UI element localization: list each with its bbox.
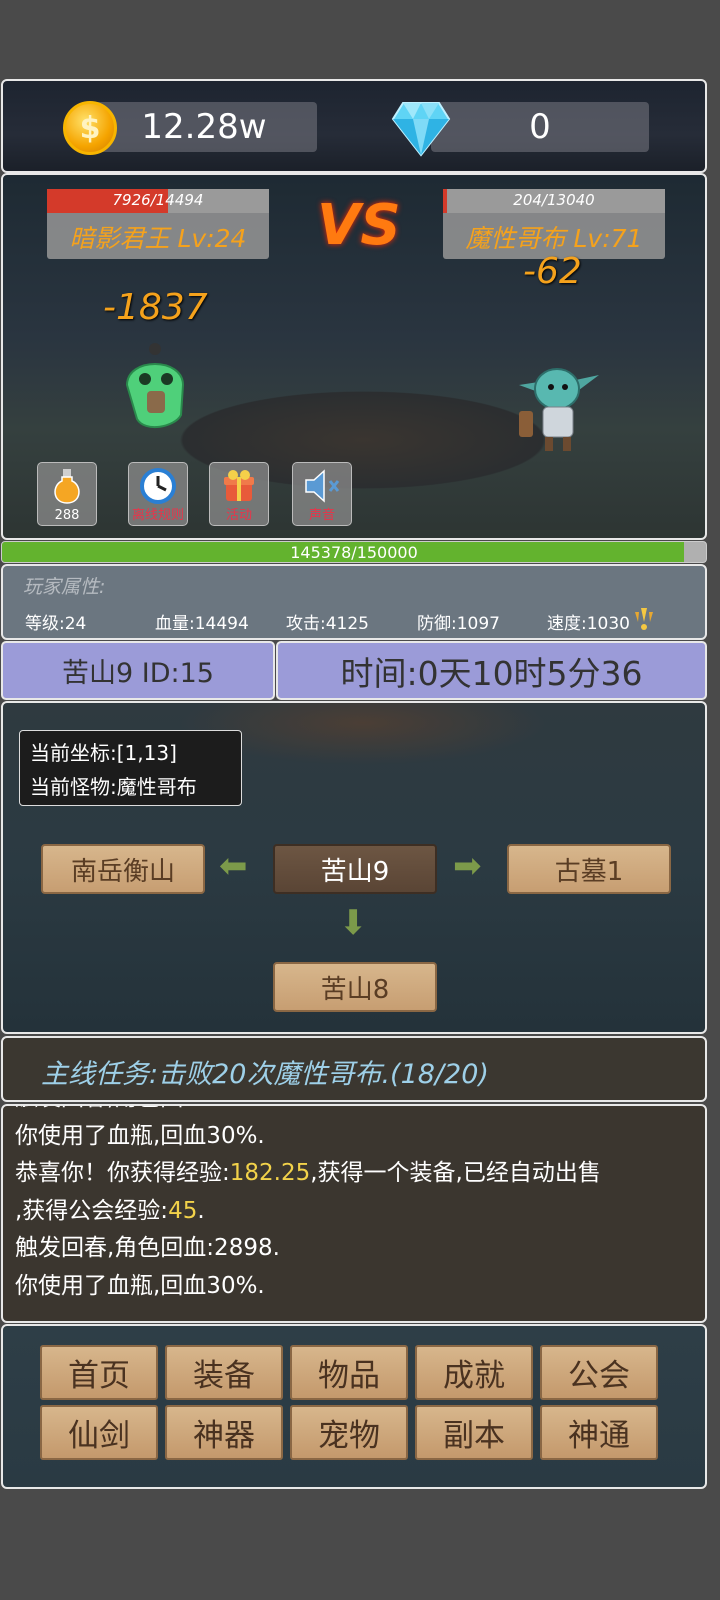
stat-speed: 速度:1030 [547, 614, 630, 634]
enemy-hp-bar: 204/13040 [443, 189, 665, 213]
stat-level: 等级:24 [25, 614, 87, 634]
experience-text: 145378/150000 [290, 543, 418, 562]
menu-artifact-button[interactable]: 神器 [165, 1405, 283, 1460]
game-time-box: 时间:0天10时5分36 [276, 641, 707, 700]
speed-boost-icon[interactable] [633, 608, 655, 632]
potion-button[interactable]: 288 [37, 462, 97, 526]
stats-title: 玩家属性: [23, 576, 106, 598]
menu-pets-button[interactable]: 宠物 [290, 1405, 408, 1460]
exp-gain-value: 182.25 [229, 1160, 311, 1186]
map-info-box: 当前坐标:[1,13] 当前怪物:魔性哥布 [19, 730, 242, 806]
go-south-button[interactable]: 苦山8 [273, 962, 437, 1012]
main-quest-panel[interactable]: 主线任务:击败20次魔性哥布.(18/20) [1, 1036, 707, 1102]
sound-label: 声音 [308, 508, 335, 523]
menu-items-button[interactable]: 物品 [290, 1345, 408, 1400]
main-quest-text: 主线任务:击败20次魔性哥布.(18/20) [41, 1059, 489, 1090]
player-hp-text: 7926/14494 [112, 191, 204, 209]
vs-label: VS [317, 193, 401, 258]
menu-equipment-button[interactable]: 装备 [165, 1345, 283, 1400]
game-time-label: 时间:0天10时5分36 [340, 653, 643, 693]
player-character[interactable] [115, 335, 195, 435]
menu-home-button[interactable]: 首页 [40, 1345, 158, 1400]
potion-count: 288 [54, 508, 80, 523]
gold-box: 12.28w [91, 102, 317, 152]
gold-amount: 12.28w [141, 107, 267, 147]
diamond-icon [391, 102, 451, 157]
activity-button[interactable]: 活动 [209, 462, 269, 526]
log-line: 你使用了血瓶,回血30%. [15, 1272, 265, 1299]
map-id-label: 苦山9 ID:15 [62, 658, 214, 689]
current-location-button: 苦山9 [273, 844, 437, 894]
log-line: 恭喜你！你获得经验:182.25,获得一个装备,已经自动出售 [15, 1160, 601, 1186]
current-location-label: 苦山9 [320, 856, 390, 887]
stat-hp: 血量:14494 [155, 614, 249, 634]
experience-bar: 145378/150000 [1, 541, 707, 563]
enemy-goblin-character[interactable] [511, 355, 603, 455]
menu-achievements-button[interactable]: 成就 [415, 1345, 533, 1400]
player-damage-number: -1837 [103, 287, 208, 328]
log-line: 触发回春,角色回血:2898. [15, 1235, 280, 1261]
menu-immortal-sword-button[interactable]: 仙剑 [40, 1405, 158, 1460]
sound-button[interactable]: 声音 [292, 462, 352, 526]
log-line: 你使用了血瓶,回血30%. [15, 1122, 265, 1149]
map-id-box: 苦山9 ID:15 [1, 641, 275, 700]
currency-bar: 12.28w $ 0 [1, 79, 707, 173]
activity-label: 活动 [225, 508, 252, 523]
enemy-damage-number: -62 [523, 251, 582, 292]
log-line: ,获得公会经验:45. [15, 1197, 205, 1224]
enemy-card: 204/13040 魔性哥布 Lv:71 [443, 189, 665, 259]
potion-icon [38, 467, 96, 512]
go-west-button[interactable]: 南岳衡山 [41, 844, 205, 894]
map-navigation-panel: 当前坐标:[1,13] 当前怪物:魔性哥布 南岳衡山 ⬅ 苦山9 ➡ 古墓1 ⬇… [1, 701, 707, 1034]
offline-rules-button[interactable]: 离线规则 [128, 462, 188, 526]
gem-box: 0 [431, 102, 649, 152]
current-monster: 当前怪物:魔性哥布 [30, 775, 197, 799]
log-line: 触发回春,角色回血:2898. [15, 1106, 693, 1118]
gem-amount: 0 [529, 107, 551, 147]
offline-rules-label: 离线规则 [131, 508, 184, 523]
main-menu: 首页 装备 物品 成就 公会 仙剑 神器 宠物 副本 神通 [1, 1324, 707, 1489]
current-coordinate: 当前坐标:[1,13] [30, 741, 177, 765]
go-east-button[interactable]: 古墓1 [507, 844, 671, 894]
south-location-label: 苦山8 [320, 974, 390, 1005]
player-name: 暗影君王 Lv:24 [69, 224, 247, 253]
battle-panel: 7926/14494 暗影君王 Lv:24 VS 204/13040 魔性哥布 … [1, 173, 707, 540]
stat-attack: 攻击:4125 [286, 614, 369, 634]
west-location-label: 南岳衡山 [70, 856, 175, 887]
menu-guild-button[interactable]: 公会 [540, 1345, 658, 1400]
enemy-name: 魔性哥布 Lv:71 [465, 224, 643, 253]
gold-coin-icon: $ [63, 101, 117, 155]
menu-powers-button[interactable]: 神通 [540, 1405, 658, 1460]
stat-defense: 防御:1097 [417, 614, 500, 634]
east-location-label: 古墓1 [554, 856, 624, 887]
battle-log-panel[interactable]: 触发回春,角色回血:2898. 你使用了血瓶,回血30%. 恭喜你！你获得经验:… [1, 1104, 707, 1323]
enemy-hp-text: 204/13040 [513, 191, 595, 209]
player-hp-bar: 7926/14494 [47, 189, 269, 213]
player-card: 7926/14494 暗影君王 Lv:24 [47, 189, 269, 259]
arrow-right-icon: ➡ [453, 846, 482, 886]
menu-dungeon-button[interactable]: 副本 [415, 1405, 533, 1460]
arrow-left-icon: ⬅ [219, 846, 248, 886]
guild-exp-value: 45 [168, 1197, 198, 1224]
player-stats-panel: 玩家属性: 等级:24 血量:14494 攻击:4125 防御:1097 速度:… [1, 564, 707, 640]
arrow-down-icon: ⬇ [339, 903, 368, 943]
